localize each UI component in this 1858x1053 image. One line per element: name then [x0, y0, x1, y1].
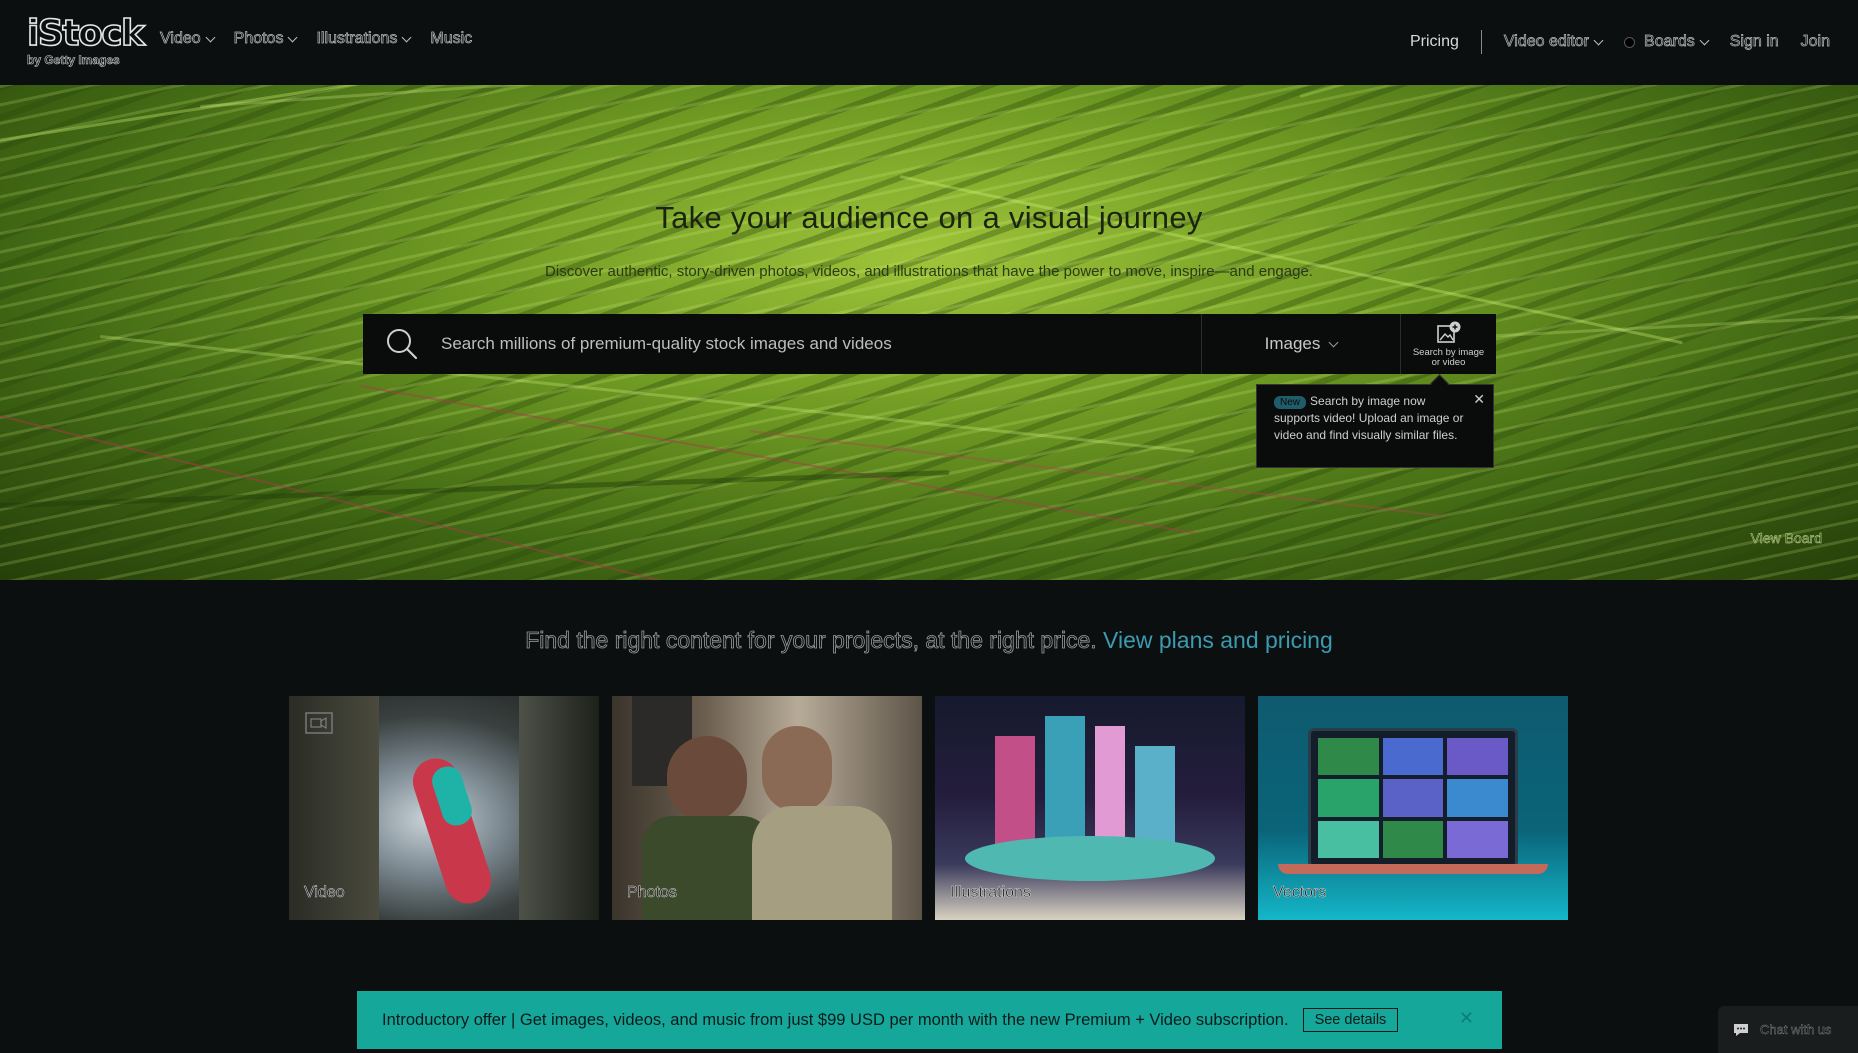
chevron-down-icon	[401, 32, 412, 42]
card-photos-label: Photos	[627, 884, 677, 902]
boards-icon	[1624, 36, 1636, 48]
chevron-down-icon	[288, 32, 298, 42]
nav-video-label: Video	[160, 30, 201, 48]
boards-label: Boards	[1644, 33, 1695, 51]
chat-label: Chat with us	[1760, 1022, 1832, 1037]
nav-illustrations[interactable]: Illustrations	[316, 30, 412, 48]
card-video-label: Video	[304, 884, 345, 902]
card-vectors-label: Vectors	[1273, 884, 1327, 902]
media-type-value: Images	[1264, 334, 1321, 353]
chevron-down-icon	[1593, 35, 1604, 45]
sign-in-link[interactable]: Sign in	[1729, 33, 1779, 51]
video-editor-menu[interactable]: Video editor	[1503, 33, 1604, 51]
grass-blade	[0, 470, 950, 510]
view-board-link[interactable]: View Board	[1750, 530, 1822, 546]
nav-divider	[1480, 30, 1482, 54]
person-head	[667, 736, 747, 822]
pricing-promo: Find the right content for your projects…	[0, 627, 1858, 654]
search-by-image-label: Search by image or video	[1412, 347, 1485, 368]
account-nav: Pricing Video editor Boards Sign in Join	[1410, 30, 1830, 54]
building	[1095, 726, 1125, 846]
person-head	[762, 726, 832, 812]
video-editor-label: Video editor	[1503, 33, 1590, 51]
laptop-base	[1278, 864, 1548, 874]
grass-blade	[0, 85, 652, 148]
pricing-promo-text: Find the right content for your projects…	[525, 627, 1097, 654]
search-by-image-tooltip: New Search by image now supports video! U…	[1256, 384, 1494, 468]
chevron-down-icon	[1328, 337, 1339, 347]
logo-wordmark: iStock	[26, 13, 146, 54]
building	[1045, 716, 1085, 846]
card-vectors[interactable]: Vectors	[1258, 696, 1568, 920]
boards-menu[interactable]: Boards	[1624, 33, 1710, 51]
view-plans-link[interactable]: View plans and pricing	[1103, 627, 1333, 653]
new-badge: New	[1274, 396, 1307, 409]
card-photos[interactable]: Photos	[612, 696, 922, 920]
nav-music-label: Music	[430, 30, 473, 48]
chevron-down-icon	[205, 32, 216, 42]
hero-subtitle: Discover authentic, story-driven photos,…	[545, 263, 1313, 280]
site-header: iStock by Getty Images Video Photos Illu…	[0, 0, 1858, 85]
grass-blade	[1299, 85, 1858, 98]
cave-wall	[519, 696, 599, 920]
hero-title: Take your audience on a visual journey	[655, 200, 1203, 235]
search-bar: Images Search by image or video	[363, 314, 1496, 374]
hero-banner: Take your audience on a visual journey D…	[0, 85, 1858, 580]
video-camera-icon	[305, 712, 333, 739]
card-illustrations-label: Illustrations	[950, 884, 1031, 902]
istock-logo[interactable]: iStock by Getty Images	[26, 13, 146, 70]
media-type-select[interactable]: Images	[1201, 314, 1401, 374]
join-link[interactable]: Join	[1800, 33, 1830, 51]
building	[995, 736, 1035, 846]
primary-nav: Video Photos Illustrations Music	[160, 30, 492, 48]
card-video[interactable]: Video	[289, 696, 599, 920]
grass-blade	[0, 415, 874, 580]
image-search-icon	[1436, 321, 1460, 343]
content-type-cards: Video Photos Illustrations Vectors	[289, 696, 1568, 920]
nav-photos[interactable]: Photos	[233, 30, 298, 48]
search-by-image-button[interactable]: Search by image or video	[1401, 314, 1496, 374]
building	[1135, 746, 1175, 846]
video-call-grid	[1318, 738, 1508, 858]
person-sweater	[752, 806, 892, 920]
nav-music[interactable]: Music	[430, 30, 472, 48]
nav-photos-label: Photos	[233, 30, 284, 48]
chat-widget[interactable]: Chat with us	[1718, 1006, 1858, 1053]
promo-banner-text: Introductory offer | Get images, videos,…	[382, 1010, 1289, 1029]
close-icon[interactable]: ✕	[1459, 1008, 1474, 1029]
chevron-down-icon	[1699, 35, 1710, 45]
chat-bubble-icon	[1734, 1023, 1748, 1036]
see-details-button[interactable]: See details	[1302, 1008, 1399, 1032]
nav-video[interactable]: Video	[160, 30, 216, 48]
logo-subtitle: by Getty Images	[27, 53, 120, 68]
pricing-link[interactable]: Pricing	[1410, 33, 1459, 51]
promo-banner: Introductory offer | Get images, videos,…	[357, 991, 1502, 1049]
search-icon[interactable]	[363, 314, 441, 374]
card-illustrations[interactable]: Illustrations	[935, 696, 1245, 920]
island	[965, 836, 1215, 881]
nav-illustrations-label: Illustrations	[316, 30, 398, 48]
search-input[interactable]	[441, 314, 1201, 374]
close-icon[interactable]: ✕	[1473, 391, 1485, 408]
